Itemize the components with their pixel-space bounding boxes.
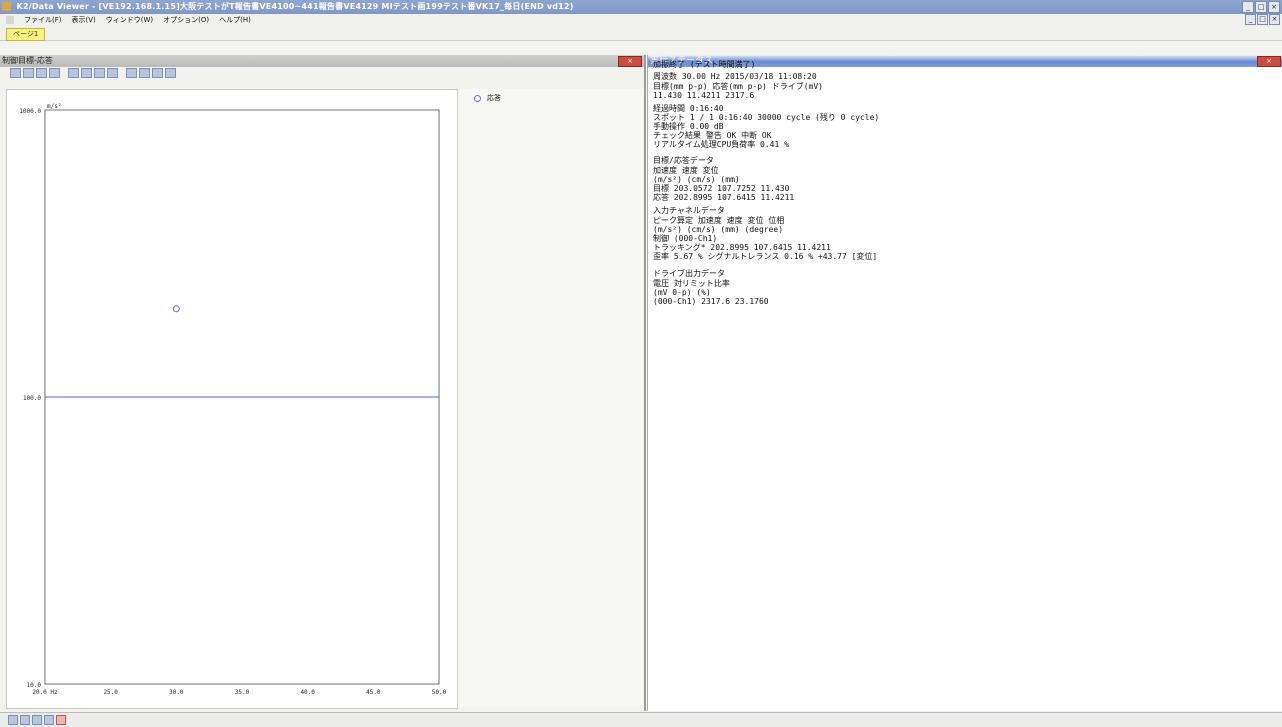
menu-window[interactable]: ウィンドウ(W) [106,14,153,26]
legend-marker-icon [474,94,481,102]
x-tick-label: 45.0 [366,689,381,696]
x-tick-label: 50.0 [432,689,447,696]
print-icon[interactable] [36,68,47,78]
status-line: 目標/応答データ [653,156,714,165]
arrange-icon[interactable] [32,715,42,725]
tile-icon[interactable] [8,715,18,725]
axes: 1000.0 100.0 10.0 m/s² 20.0 Hz 25.0 30.0 35.0 40… [19,103,446,696]
copy-icon[interactable] [23,68,34,78]
y-tick-label: 10.0 [27,682,42,689]
y-unit-label: m/s² [47,103,61,110]
chart-pane-title: 制御目標-応答 [2,56,53,65]
chart-pane-close-button[interactable]: × [618,56,642,67]
grid-icon[interactable] [107,68,118,78]
status-line: 加振終了 (テスト時間満了) [653,60,756,69]
minimize-button[interactable]: _ [1242,1,1254,13]
chart-toolbar [10,68,176,78]
page-tabbar: ページ1 [0,26,1282,41]
menu-file[interactable]: ファイル(F) [24,14,62,26]
x-tick-label: 40.0 [300,689,315,696]
legend-label: 応答 [487,94,501,102]
mdi-controls: _ □ × [1245,14,1280,25]
status-line: 歪率 5.67 % シグナルトレランス 0.16 % +43.77 [変位] [653,252,878,261]
document-icon [6,16,14,24]
close-all-icon[interactable] [56,715,66,725]
status-line: 応答 202.8995 107.6415 11.4211 [653,193,795,202]
status-line: 周波数 30.00 Hz 2015/03/18 11:08:20 [653,72,817,81]
chart-pane: 制御目標-応答 × 1000.0 100.0 10.0 m/s² 20.0 Hz 25.0… [0,55,646,711]
restore-button[interactable]: □ [1255,1,1267,13]
pan-icon[interactable] [81,68,92,78]
mdi-minimize-button[interactable]: _ [1245,14,1256,25]
mdi-restore-button[interactable]: □ [1257,14,1268,25]
x-tick-label: 30.0 [169,689,184,696]
response-chart: 1000.0 100.0 10.0 m/s² 20.0 Hz 25.0 30.0 35.0 40… [19,103,446,696]
y-tick-label: 1000.0 [19,108,41,115]
refresh-icon[interactable] [44,715,54,725]
save-icon[interactable] [10,68,21,78]
cursor-icon[interactable] [49,68,60,78]
window-title: K2/Data Viewer - [VE192.168.1.15]大阪テストがT… [16,2,574,11]
y-tick-label: 100.0 [23,395,41,402]
chart-y-icon[interactable] [165,68,176,78]
export-icon[interactable] [139,68,150,78]
close-button[interactable]: × [1268,1,1280,13]
x-tick-label: 35.0 [235,689,250,696]
window-titlebar: K2/Data Viewer - [VE192.168.1.15]大阪テストがT… [0,0,1282,14]
status-pane: 実行ステータス × 加振終了 (テスト時間満了) 周波数 30.00 Hz 201… [647,55,1282,711]
cascade-icon[interactable] [20,715,30,725]
menu-help[interactable]: ヘルプ(H) [219,14,251,26]
menu-view[interactable]: 表示(V) [72,14,96,26]
status-line: リアルタイム処理CPU負荷率 0.41 % [653,140,789,149]
app-icon [2,2,11,11]
mdi-close-button[interactable]: × [1269,14,1280,25]
status-line: (000-Ch1) 2317.6 23.1760 [653,297,769,306]
chart-pane-titlebar: 制御目標-応答 × [0,55,644,67]
menu-options[interactable]: オプション(O) [163,14,209,26]
status-pane-close-button[interactable]: × [1257,56,1281,67]
plot-area[interactable]: 1000.0 100.0 10.0 m/s² 20.0 Hz 25.0 30.0 35.0 40… [6,89,458,709]
menu-bar: ファイル(F) 表示(V) ウィンドウ(W) オプション(O) ヘルプ(H) [0,14,1282,26]
status-line: 入力チャネルデータ [653,206,725,215]
x-tick-label: 25.0 [103,689,118,696]
legend-item-response: 応答 [474,93,501,103]
fit-icon[interactable] [94,68,105,78]
status-line: 11.430 11.4211 2317.6 [653,91,755,100]
bottom-toolbar [0,712,1282,727]
x-tick-label: 20.0 Hz [32,689,58,696]
chart-x-icon[interactable] [152,68,163,78]
status-line: ドライブ出力データ [653,269,725,278]
window-controls: _ □ × [1242,1,1280,13]
tab-page1[interactable]: ページ1 [6,28,46,41]
zoom-icon[interactable] [68,68,79,78]
settings-icon[interactable] [126,68,137,78]
legend: 応答 [457,89,643,707]
